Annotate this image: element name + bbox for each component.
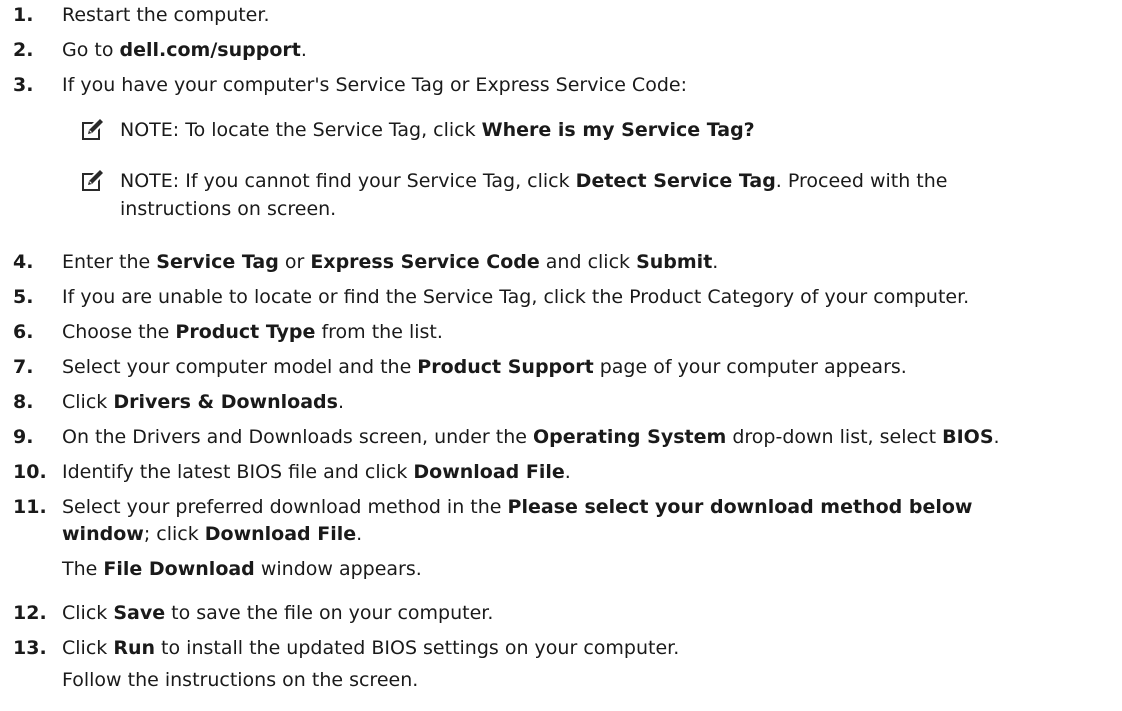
text-run: and click bbox=[539, 251, 637, 273]
text-run: To locate the Service Tag, click bbox=[179, 119, 482, 141]
text-run: Follow the instructions on the screen. bbox=[62, 669, 419, 691]
text-run: Identify the latest BIOS file and click bbox=[62, 461, 414, 483]
step-text: Identify the latest BIOS file and click … bbox=[62, 460, 571, 484]
text-run: or bbox=[278, 251, 311, 273]
step-text: Enter the Service Tag or Express Service… bbox=[62, 250, 718, 274]
step-number: 6. bbox=[13, 321, 34, 343]
bold-text-run: Where is my Service Tag? bbox=[481, 119, 755, 141]
text-run: If you cannot find your Service Tag, cli… bbox=[179, 170, 576, 192]
bold-text-run: Download File bbox=[204, 523, 357, 545]
note-pencil-icon bbox=[80, 118, 104, 142]
text-run: Restart the computer. bbox=[62, 4, 270, 26]
text-run: Click bbox=[62, 637, 114, 659]
note-label: NOTE: bbox=[120, 119, 180, 141]
step-text: Choose the Product Type from the list. bbox=[62, 320, 443, 344]
text-run: Go to bbox=[62, 39, 120, 61]
text-run: to install the updated BIOS settings on … bbox=[155, 637, 680, 659]
text-run: . bbox=[356, 523, 363, 545]
text-run: Click bbox=[62, 602, 114, 624]
step-text: Click Drivers & Downloads. bbox=[62, 390, 344, 414]
text-run: The bbox=[62, 558, 104, 580]
step-number: 13. bbox=[13, 637, 47, 659]
bold-text-run: Service Tag bbox=[156, 251, 279, 273]
note-content: If you cannot find your Service Tag, cli… bbox=[179, 170, 947, 192]
step-result-text: Follow the instructions on the screen. bbox=[62, 668, 418, 692]
bold-text-run: Product Type bbox=[175, 321, 316, 343]
bold-text-run: Download File bbox=[413, 461, 565, 483]
step-text: Go to dell.com/support. bbox=[62, 38, 307, 62]
note-text-continued: instructions on screen. bbox=[120, 197, 336, 221]
bold-text-run: Drivers & Downloads bbox=[113, 391, 338, 413]
text-run: . bbox=[337, 391, 344, 413]
step-number: 3. bbox=[13, 74, 34, 96]
step-text: Select your preferred download method in… bbox=[62, 495, 972, 519]
note-label: NOTE: bbox=[120, 170, 180, 192]
bold-text-run: Detect Service Tag bbox=[575, 170, 776, 192]
step-result-text: The File Download window appears. bbox=[62, 557, 422, 581]
note-text: NOTE: If you cannot find your Service Ta… bbox=[120, 169, 947, 193]
document-page: 1. Restart the computer. 2. Go to dell.c… bbox=[0, 0, 1122, 711]
text-run: If you have your computer's Service Tag … bbox=[62, 74, 687, 96]
bold-text-run: Submit bbox=[636, 251, 713, 273]
text-run: Select your computer model and the bbox=[62, 356, 418, 378]
step-text: If you have your computer's Service Tag … bbox=[62, 73, 687, 97]
step-number: 9. bbox=[13, 426, 34, 448]
bold-text-run: Product Support bbox=[417, 356, 594, 378]
text-run: ; click bbox=[143, 523, 205, 545]
step-text: Click Save to save the file on your comp… bbox=[62, 601, 493, 625]
step-number: 4. bbox=[13, 251, 34, 273]
step-number: 1. bbox=[13, 4, 34, 26]
step-number: 5. bbox=[13, 286, 34, 308]
text-run: window appears. bbox=[254, 558, 422, 580]
text-run: Select your preferred download method in… bbox=[62, 496, 508, 518]
text-run: . Proceed with the bbox=[775, 170, 948, 192]
text-run: . bbox=[712, 251, 719, 273]
bold-text-run: Run bbox=[113, 637, 156, 659]
step-text-continued: window; click Download File. bbox=[62, 522, 362, 546]
bold-text-run: Express Service Code bbox=[310, 251, 540, 273]
note-content: To locate the Service Tag, click Where i… bbox=[179, 119, 755, 141]
text-run: If you are unable to locate or find the … bbox=[62, 286, 970, 308]
step-number: 10. bbox=[13, 461, 47, 483]
bold-text-run: BIOS bbox=[942, 426, 994, 448]
step-number: 8. bbox=[13, 391, 34, 413]
text-run: Choose the bbox=[62, 321, 176, 343]
bold-text-run: window bbox=[62, 523, 144, 545]
step-text: Select your computer model and the Produ… bbox=[62, 355, 907, 379]
text-run: to save the file on your computer. bbox=[165, 602, 494, 624]
step-number: 11. bbox=[13, 496, 47, 518]
text-run: page of your computer appears. bbox=[593, 356, 907, 378]
bold-text-run: File Download bbox=[103, 558, 255, 580]
text-run: . bbox=[300, 39, 307, 61]
note-pencil-icon bbox=[80, 169, 104, 193]
bold-text-run: Save bbox=[113, 602, 166, 624]
note-text: NOTE: To locate the Service Tag, click W… bbox=[120, 118, 755, 142]
text-run: . bbox=[564, 461, 571, 483]
step-number: 7. bbox=[13, 356, 34, 378]
step-number: 2. bbox=[13, 39, 34, 61]
step-number: 12. bbox=[13, 602, 47, 624]
text-run: Enter the bbox=[62, 251, 157, 273]
text-run: instructions on screen. bbox=[120, 198, 337, 220]
text-run: from the list. bbox=[315, 321, 443, 343]
bold-text-run: Please select your download method below bbox=[507, 496, 973, 518]
step-text: Click Run to install the updated BIOS se… bbox=[62, 636, 679, 660]
text-run: On the Drivers and Downloads screen, und… bbox=[62, 426, 533, 448]
text-run: drop-down list, select bbox=[726, 426, 943, 448]
text-run: . bbox=[993, 426, 1000, 448]
text-run: Click bbox=[62, 391, 114, 413]
bold-text-run: dell.com/support bbox=[119, 39, 301, 61]
bold-text-run: Operating System bbox=[532, 426, 727, 448]
step-text: On the Drivers and Downloads screen, und… bbox=[62, 425, 1000, 449]
step-text: Restart the computer. bbox=[62, 3, 269, 27]
step-text: If you are unable to locate or find the … bbox=[62, 285, 969, 309]
